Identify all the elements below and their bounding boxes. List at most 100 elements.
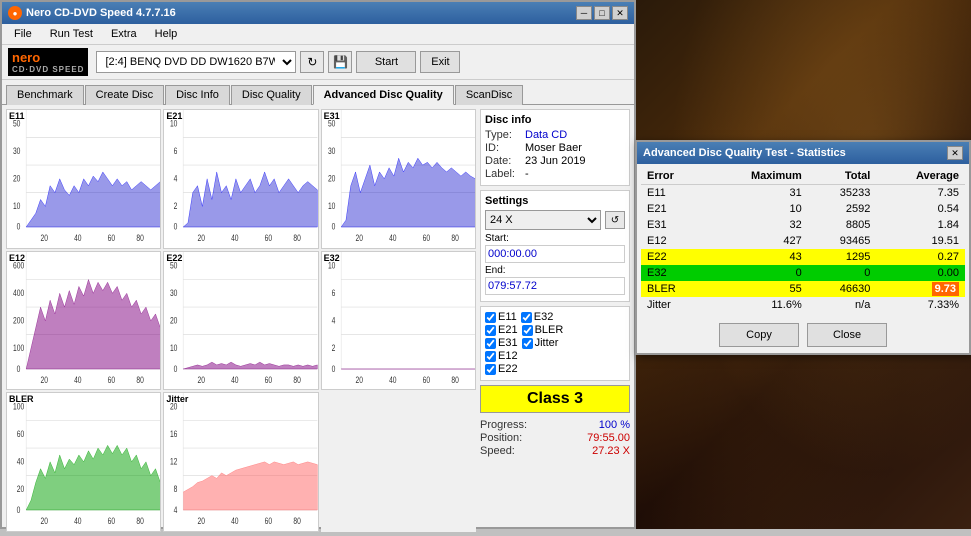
- close-button[interactable]: ✕: [612, 6, 628, 20]
- menu-file[interactable]: File: [6, 26, 40, 42]
- main-window: ● Nero CD-DVD Speed 4.7.7.16 ─ □ ✕ File …: [0, 0, 636, 529]
- tab-benchmark[interactable]: Benchmark: [6, 85, 84, 105]
- row-e11-max: 31: [707, 185, 808, 202]
- cb-e32-item: E32: [521, 311, 554, 323]
- maximize-button[interactable]: □: [594, 6, 610, 20]
- cb-e21-item: E21: [485, 324, 518, 336]
- disc-info-title: Disc info: [485, 114, 625, 126]
- row-e31-max: 32: [707, 217, 808, 233]
- row-e22-max: 43: [707, 249, 808, 265]
- svg-text:60: 60: [108, 515, 116, 527]
- cb-bler-label: BLER: [535, 324, 564, 336]
- row-jitter-total: n/a: [808, 297, 877, 313]
- save-icon[interactable]: 💾: [328, 51, 352, 73]
- svg-text:16: 16: [170, 428, 178, 440]
- disc-date-row: Date: 23 Jun 2019: [485, 155, 625, 167]
- cb-bler[interactable]: [522, 325, 533, 336]
- svg-text:40: 40: [231, 373, 239, 385]
- statistics-window: Advanced Disc Quality Test - Statistics …: [635, 140, 971, 355]
- chart-e11-label: E11: [9, 111, 25, 121]
- svg-text:6: 6: [331, 286, 335, 298]
- stats-close-button[interactable]: Close: [807, 323, 887, 347]
- cb-e11[interactable]: [485, 312, 496, 323]
- disc-label-row: Label: -: [485, 168, 625, 180]
- start-button[interactable]: Start: [356, 51, 416, 73]
- cb-e22-item: E22: [485, 363, 518, 375]
- svg-text:80: 80: [294, 231, 302, 243]
- cb-jitter[interactable]: [522, 338, 533, 349]
- col-average: Average: [876, 168, 965, 185]
- row-e21-max: 10: [707, 201, 808, 217]
- cb-e22[interactable]: [485, 364, 496, 375]
- chart-e21-label: E21: [166, 111, 182, 121]
- menu-help[interactable]: Help: [147, 26, 186, 42]
- menu-extra[interactable]: Extra: [103, 26, 145, 42]
- row-e11-avg: 7.35: [876, 185, 965, 202]
- label-value: -: [525, 168, 529, 180]
- svg-text:60: 60: [108, 373, 116, 385]
- col-maximum: Maximum: [707, 168, 808, 185]
- cb-e21[interactable]: [485, 325, 496, 336]
- chart-e31-svg: 50 30 20 10 0 20 40 60 80: [322, 110, 475, 248]
- tab-create-disc[interactable]: Create Disc: [85, 85, 164, 105]
- start-time-label: Start:: [485, 233, 625, 244]
- table-row: E12 427 93465 19.51: [641, 233, 965, 249]
- cb-e32[interactable]: [521, 312, 532, 323]
- cb-e31-item: E31: [485, 337, 518, 349]
- progress-row: Progress: 100 %: [480, 419, 630, 431]
- app-icon: ●: [8, 6, 22, 20]
- svg-text:60: 60: [108, 231, 116, 243]
- svg-text:40: 40: [389, 231, 397, 243]
- start-time-field[interactable]: [485, 245, 625, 263]
- svg-text:80: 80: [294, 373, 302, 385]
- chart-e32: E32 10 6 4 2 0 20 40 60 80: [321, 251, 476, 391]
- svg-text:4: 4: [174, 504, 178, 516]
- row-e12-max: 427: [707, 233, 808, 249]
- stats-buttons: Copy Close: [637, 317, 969, 353]
- menu-run-test[interactable]: Run Test: [42, 26, 101, 42]
- row-e22-avg: 0.27: [876, 249, 965, 265]
- svg-text:20: 20: [355, 231, 363, 243]
- svg-text:8: 8: [174, 483, 178, 495]
- cb-e31[interactable]: [485, 338, 496, 349]
- exit-button[interactable]: Exit: [420, 51, 460, 73]
- row-e32-avg: 0.00: [876, 265, 965, 281]
- row-e31-name: E31: [641, 217, 707, 233]
- end-time-field[interactable]: [485, 277, 625, 295]
- tab-scan-disc[interactable]: ScanDisc: [455, 85, 523, 105]
- copy-button[interactable]: Copy: [719, 323, 799, 347]
- disc-type-row: Type: Data CD: [485, 129, 625, 141]
- row-e12-name: E12: [641, 233, 707, 249]
- svg-text:4: 4: [331, 314, 335, 326]
- table-row: E31 32 8805 1.84: [641, 217, 965, 233]
- svg-text:80: 80: [294, 515, 302, 527]
- speed-select[interactable]: 24 X: [485, 210, 601, 230]
- nero-logo-text: nero: [12, 50, 84, 65]
- refresh-speed-icon[interactable]: ↺: [605, 211, 625, 229]
- minimize-button[interactable]: ─: [576, 6, 592, 20]
- end-time-label: End:: [485, 265, 625, 276]
- settings-section: Settings 24 X ↺ Start: End:: [480, 190, 630, 302]
- stats-close-icon[interactable]: ✕: [947, 146, 963, 160]
- refresh-icon[interactable]: ↻: [300, 51, 324, 73]
- stats-title-bar: Advanced Disc Quality Test - Statistics …: [637, 142, 969, 164]
- cb-e12[interactable]: [485, 351, 496, 362]
- tab-advanced-disc-quality[interactable]: Advanced Disc Quality: [313, 85, 454, 105]
- svg-text:30: 30: [328, 145, 336, 157]
- checkboxes-section: E11 E32 E21 BLER: [480, 306, 630, 381]
- svg-text:2: 2: [174, 200, 178, 212]
- svg-text:20: 20: [41, 373, 49, 385]
- svg-text:20: 20: [41, 515, 49, 527]
- svg-text:30: 30: [13, 145, 21, 157]
- svg-text:40: 40: [74, 231, 82, 243]
- title-bar-left: ● Nero CD-DVD Speed 4.7.7.16: [8, 6, 176, 20]
- stats-data-table: Error Maximum Total Average E11 31 35233…: [641, 168, 965, 313]
- tab-disc-info[interactable]: Disc Info: [165, 85, 230, 105]
- progress-section: Progress: 100 % Position: 79:55.00 Speed…: [480, 417, 630, 460]
- cb-e21-label: E21: [498, 324, 518, 336]
- tab-disc-quality[interactable]: Disc Quality: [231, 85, 312, 105]
- drive-select[interactable]: [2:4] BENQ DVD DD DW1620 B7W9: [96, 51, 296, 73]
- chart-bler: BLER 100 60 40 20 0 20 40 60 80: [6, 392, 161, 532]
- row-e21-avg: 0.54: [876, 201, 965, 217]
- date-value: 23 Jun 2019: [525, 155, 586, 167]
